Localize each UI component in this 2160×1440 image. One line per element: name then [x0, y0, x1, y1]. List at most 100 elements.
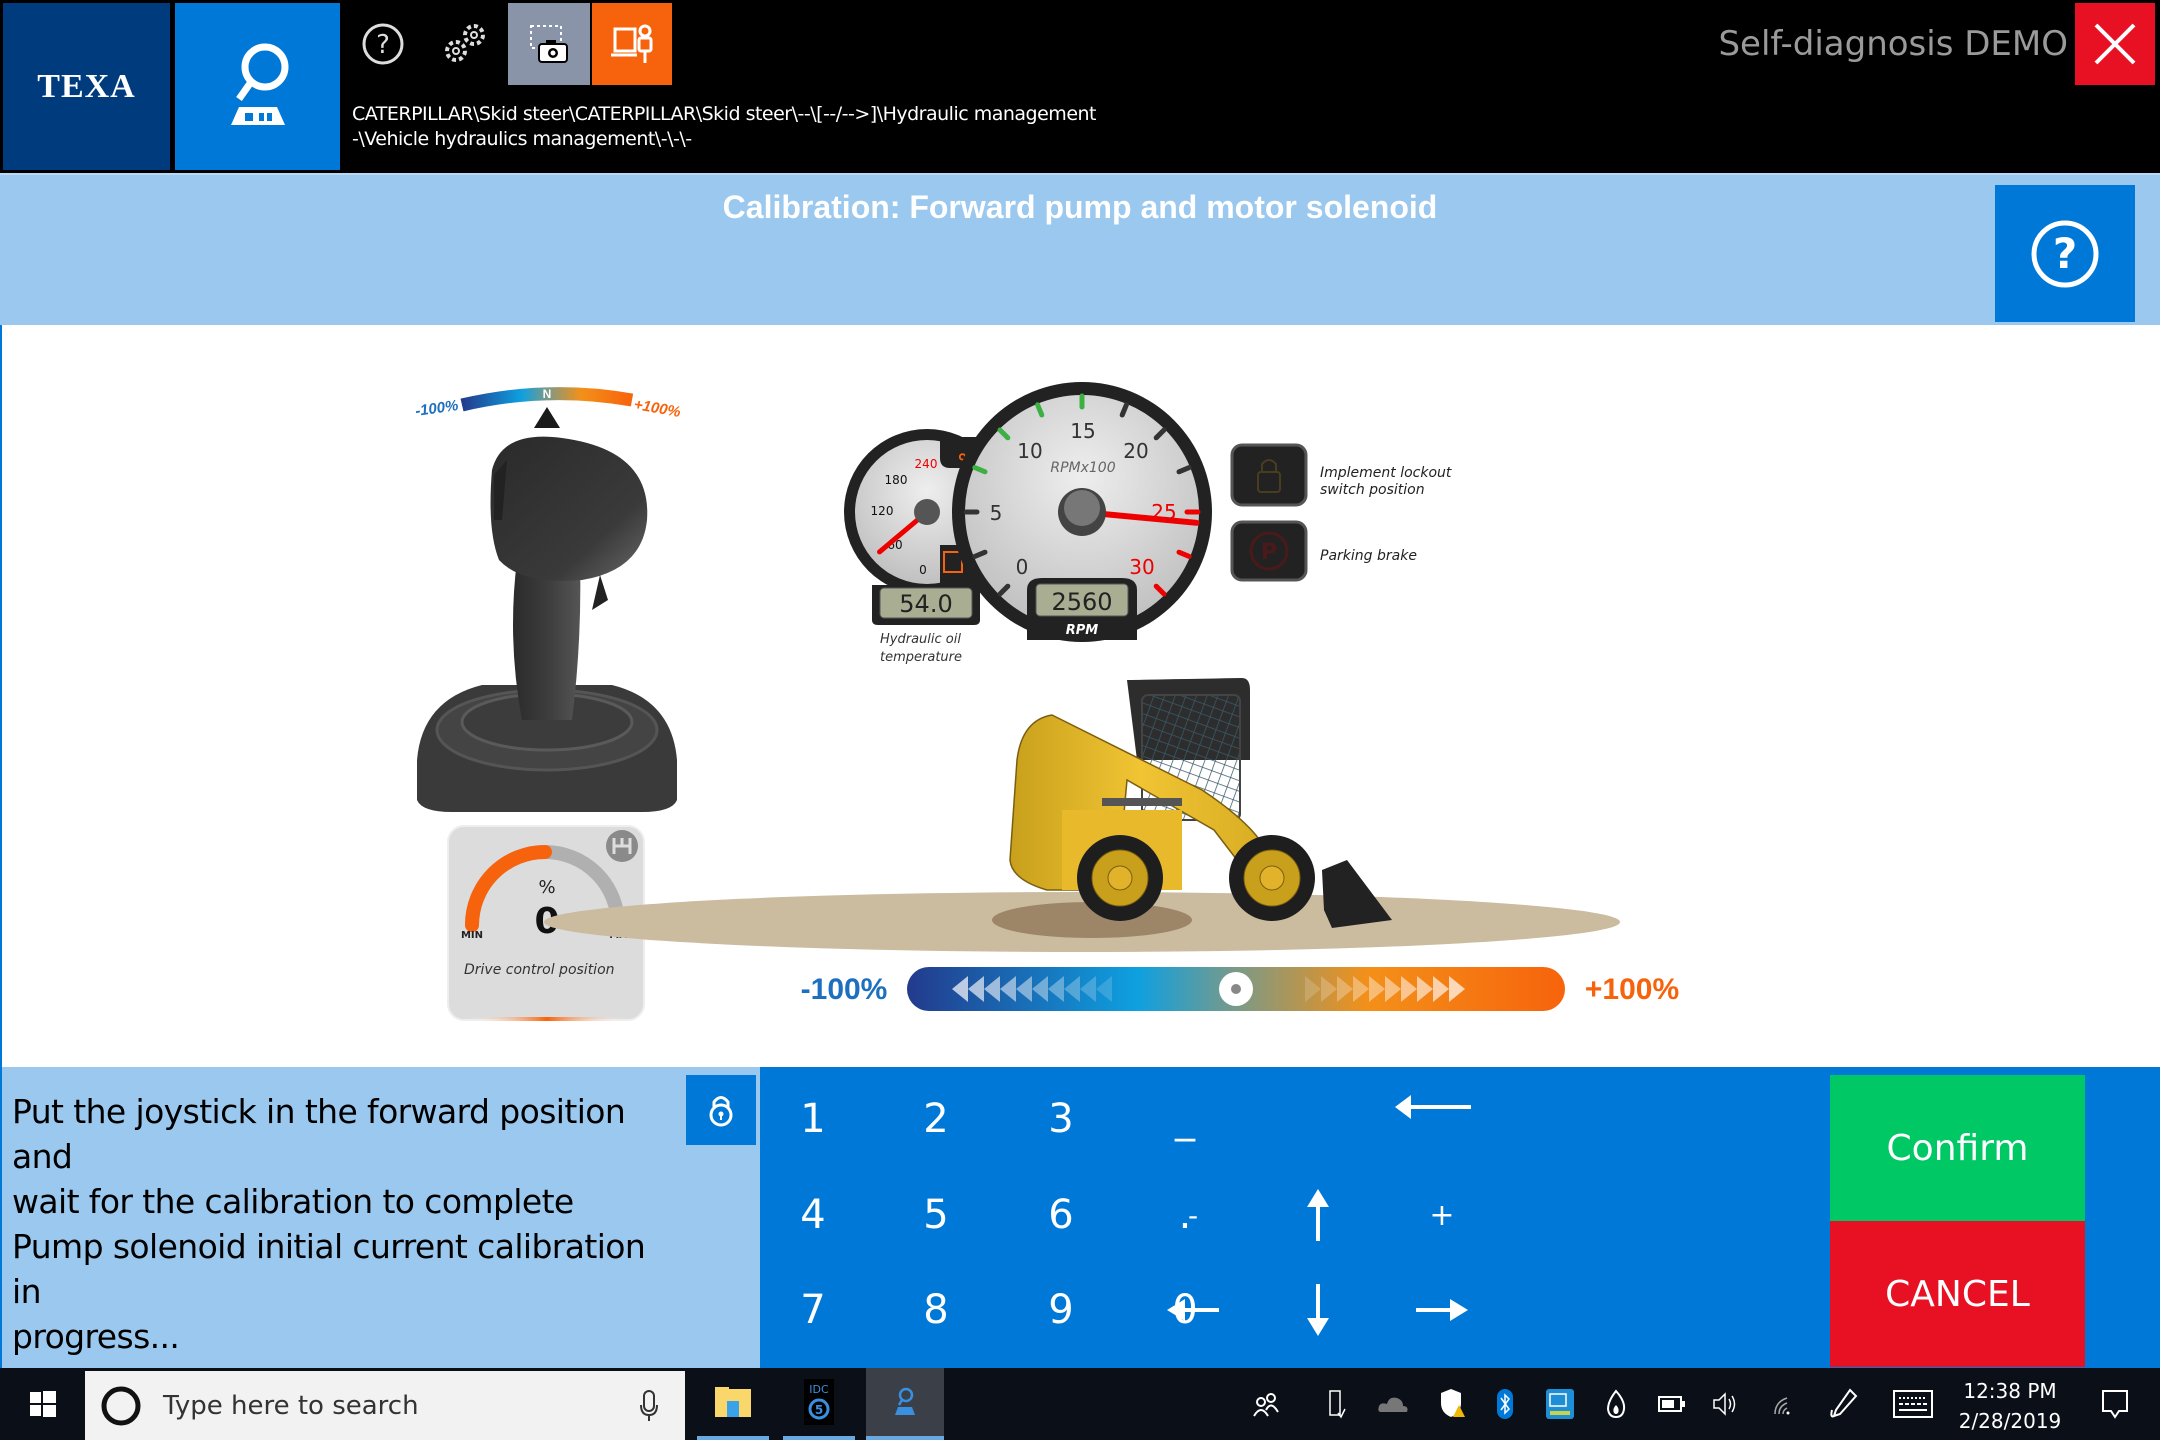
- vehicle-search-button[interactable]: [175, 3, 340, 170]
- cortana-icon: [101, 1386, 141, 1425]
- temp-tick-label: 180: [885, 473, 908, 487]
- drive-unit: %: [538, 877, 555, 898]
- people-icon[interactable]: [1245, 1368, 1287, 1440]
- key-9[interactable]: 9: [1016, 1270, 1106, 1350]
- arrow-left-icon: [1167, 1299, 1219, 1321]
- temp-tick-label: 120: [871, 504, 894, 518]
- page-help-button[interactable]: ?: [1995, 185, 2135, 322]
- key-2[interactable]: 2: [891, 1079, 981, 1159]
- joystick-scale-neutral: N: [543, 387, 552, 401]
- taskbar-texa-app[interactable]: [866, 1368, 944, 1440]
- search-placeholder: Type here to search: [163, 1390, 419, 1421]
- joystick-scale: -100% N +100%: [414, 387, 682, 428]
- onedrive-icon[interactable]: [1372, 1368, 1414, 1440]
- backspace-key[interactable]: [1388, 1067, 1478, 1147]
- key-6[interactable]: 6: [1016, 1175, 1106, 1255]
- remote-support-icon: [611, 24, 653, 63]
- key-8[interactable]: 8: [891, 1270, 981, 1350]
- help-button[interactable]: ?: [343, 3, 423, 85]
- joystick-scale-max: +100%: [633, 396, 682, 421]
- position-bar-knob: [1219, 972, 1253, 1006]
- arrow-up-key[interactable]: [1273, 1175, 1363, 1255]
- lock-button[interactable]: [686, 1075, 756, 1145]
- bluetooth-icon[interactable]: [1488, 1368, 1522, 1440]
- texa-logo: TEXA: [3, 3, 170, 170]
- arrow-right-key[interactable]: [1397, 1270, 1487, 1350]
- system-clock[interactable]: 12:38 PM 2/28/2019: [1935, 1376, 2085, 1436]
- unlock-icon: [709, 1096, 733, 1127]
- rpm-tick-label: 20: [1123, 439, 1148, 463]
- screenshot-button[interactable]: [508, 3, 590, 85]
- microphone-icon[interactable]: [639, 1389, 659, 1423]
- message-line: Put the joystick in the forward position…: [12, 1092, 626, 1176]
- minus-key[interactable]: -: [1148, 1175, 1238, 1255]
- pen-workspace-icon[interactable]: [1824, 1368, 1864, 1440]
- volume-icon[interactable]: [1708, 1368, 1744, 1440]
- temp-tick-label: 0: [919, 563, 927, 577]
- page-title: Calibration: Forward pump and motor sole…: [722, 189, 1438, 225]
- rpm-tick-label: 10: [1017, 439, 1042, 463]
- svg-text:?: ?: [376, 30, 390, 60]
- backspace-arrow-icon: [1395, 1095, 1471, 1119]
- arrow-left-key[interactable]: [1148, 1270, 1238, 1350]
- breadcrumb-line-1: CATERPILLAR\Skid steer\CATERPILLAR\Skid …: [352, 103, 1097, 125]
- close-button[interactable]: [2075, 3, 2155, 85]
- action-center-icon[interactable]: [2090, 1368, 2140, 1440]
- svg-text:P: P: [1261, 540, 1277, 565]
- arrow-down-key[interactable]: [1273, 1270, 1363, 1350]
- calibration-graphics: -100% N +100% % 0 MIN MAX Dr: [414, 382, 1679, 1021]
- joystick-scale-min: -100%: [414, 397, 459, 420]
- title-band: Calibration: Forward pump and motor sole…: [0, 173, 2160, 325]
- rpm-tick-label: 30: [1129, 555, 1154, 579]
- search-vehicle-icon: [895, 1387, 915, 1415]
- wifi-icon[interactable]: [1766, 1368, 1802, 1440]
- message-panel: Put the joystick in the forward position…: [0, 1067, 760, 1368]
- skid-steer-illustration: [544, 678, 1620, 952]
- rpm-tick-label: 5: [990, 501, 1003, 525]
- key-underscore[interactable]: _: [1140, 1079, 1230, 1159]
- usb-device-icon[interactable]: [1318, 1368, 1354, 1440]
- breadcrumb-line-2: -\Vehicle hydraulics management\-\-\-: [352, 128, 692, 150]
- key-4[interactable]: 4: [768, 1175, 858, 1255]
- battery-icon[interactable]: [1654, 1368, 1690, 1440]
- indicator-label: Parking brake: [1320, 548, 1417, 564]
- folder-icon: [715, 1387, 751, 1417]
- help-icon: ?: [362, 23, 404, 65]
- flame-icon[interactable]: [1598, 1368, 1634, 1440]
- message-line: Pump solenoid initial current calibratio…: [12, 1227, 646, 1311]
- help-icon: ?: [2031, 220, 2099, 287]
- intel-graphics-icon[interactable]: [1540, 1368, 1580, 1440]
- rpm-tick-label: 15: [1070, 419, 1095, 443]
- touch-keyboard-icon[interactable]: [1890, 1368, 1936, 1440]
- windows-logo-icon: [29, 1391, 56, 1417]
- cancel-button[interactable]: CANCEL: [1830, 1221, 2085, 1367]
- key-5[interactable]: 5: [891, 1175, 981, 1255]
- start-button[interactable]: [0, 1368, 85, 1440]
- taskbar-file-explorer[interactable]: [697, 1368, 769, 1440]
- remote-support-button[interactable]: [592, 3, 672, 85]
- key-7[interactable]: 7: [768, 1270, 858, 1350]
- search-vehicle-icon: [230, 43, 288, 125]
- joystick-pointer-icon: [534, 407, 560, 428]
- plus-key[interactable]: +: [1397, 1175, 1487, 1255]
- confirm-button[interactable]: Confirm: [1830, 1075, 2085, 1221]
- rpm-tick-label: 0: [1016, 555, 1029, 579]
- arrow-down-icon: [1307, 1284, 1329, 1336]
- temp-tick-label: 240: [915, 457, 938, 471]
- close-icon: [2094, 23, 2136, 65]
- clock-time: 12:38 PM: [1963, 1379, 2057, 1403]
- idc5-icon: IDC 5: [804, 1379, 834, 1425]
- security-warning-icon[interactable]: [1432, 1368, 1470, 1440]
- instruction-message: Put the joystick in the forward position…: [12, 1089, 672, 1359]
- key-3[interactable]: 3: [1016, 1079, 1106, 1159]
- app-header: TEXA ? CATERPILLAR\Skid steer\CATERPILLA…: [0, 0, 2160, 173]
- taskbar-idc5[interactable]: IDC 5: [783, 1368, 855, 1440]
- bottom-panel: Put the joystick in the forward position…: [0, 1067, 2160, 1368]
- indicator-label: Implement lockout: [1320, 465, 1452, 481]
- rpm-gauge: 0 5 10 15 20 25 30 RPMx100 2560 RPM: [952, 382, 1212, 642]
- key-1[interactable]: 1: [768, 1079, 858, 1159]
- settings-button[interactable]: [425, 3, 505, 85]
- arrow-right-icon: [1416, 1299, 1468, 1321]
- breadcrumb: CATERPILLAR\Skid steer\CATERPILLAR\Skid …: [352, 102, 1097, 152]
- taskbar-search-box[interactable]: Type here to search: [85, 1371, 685, 1440]
